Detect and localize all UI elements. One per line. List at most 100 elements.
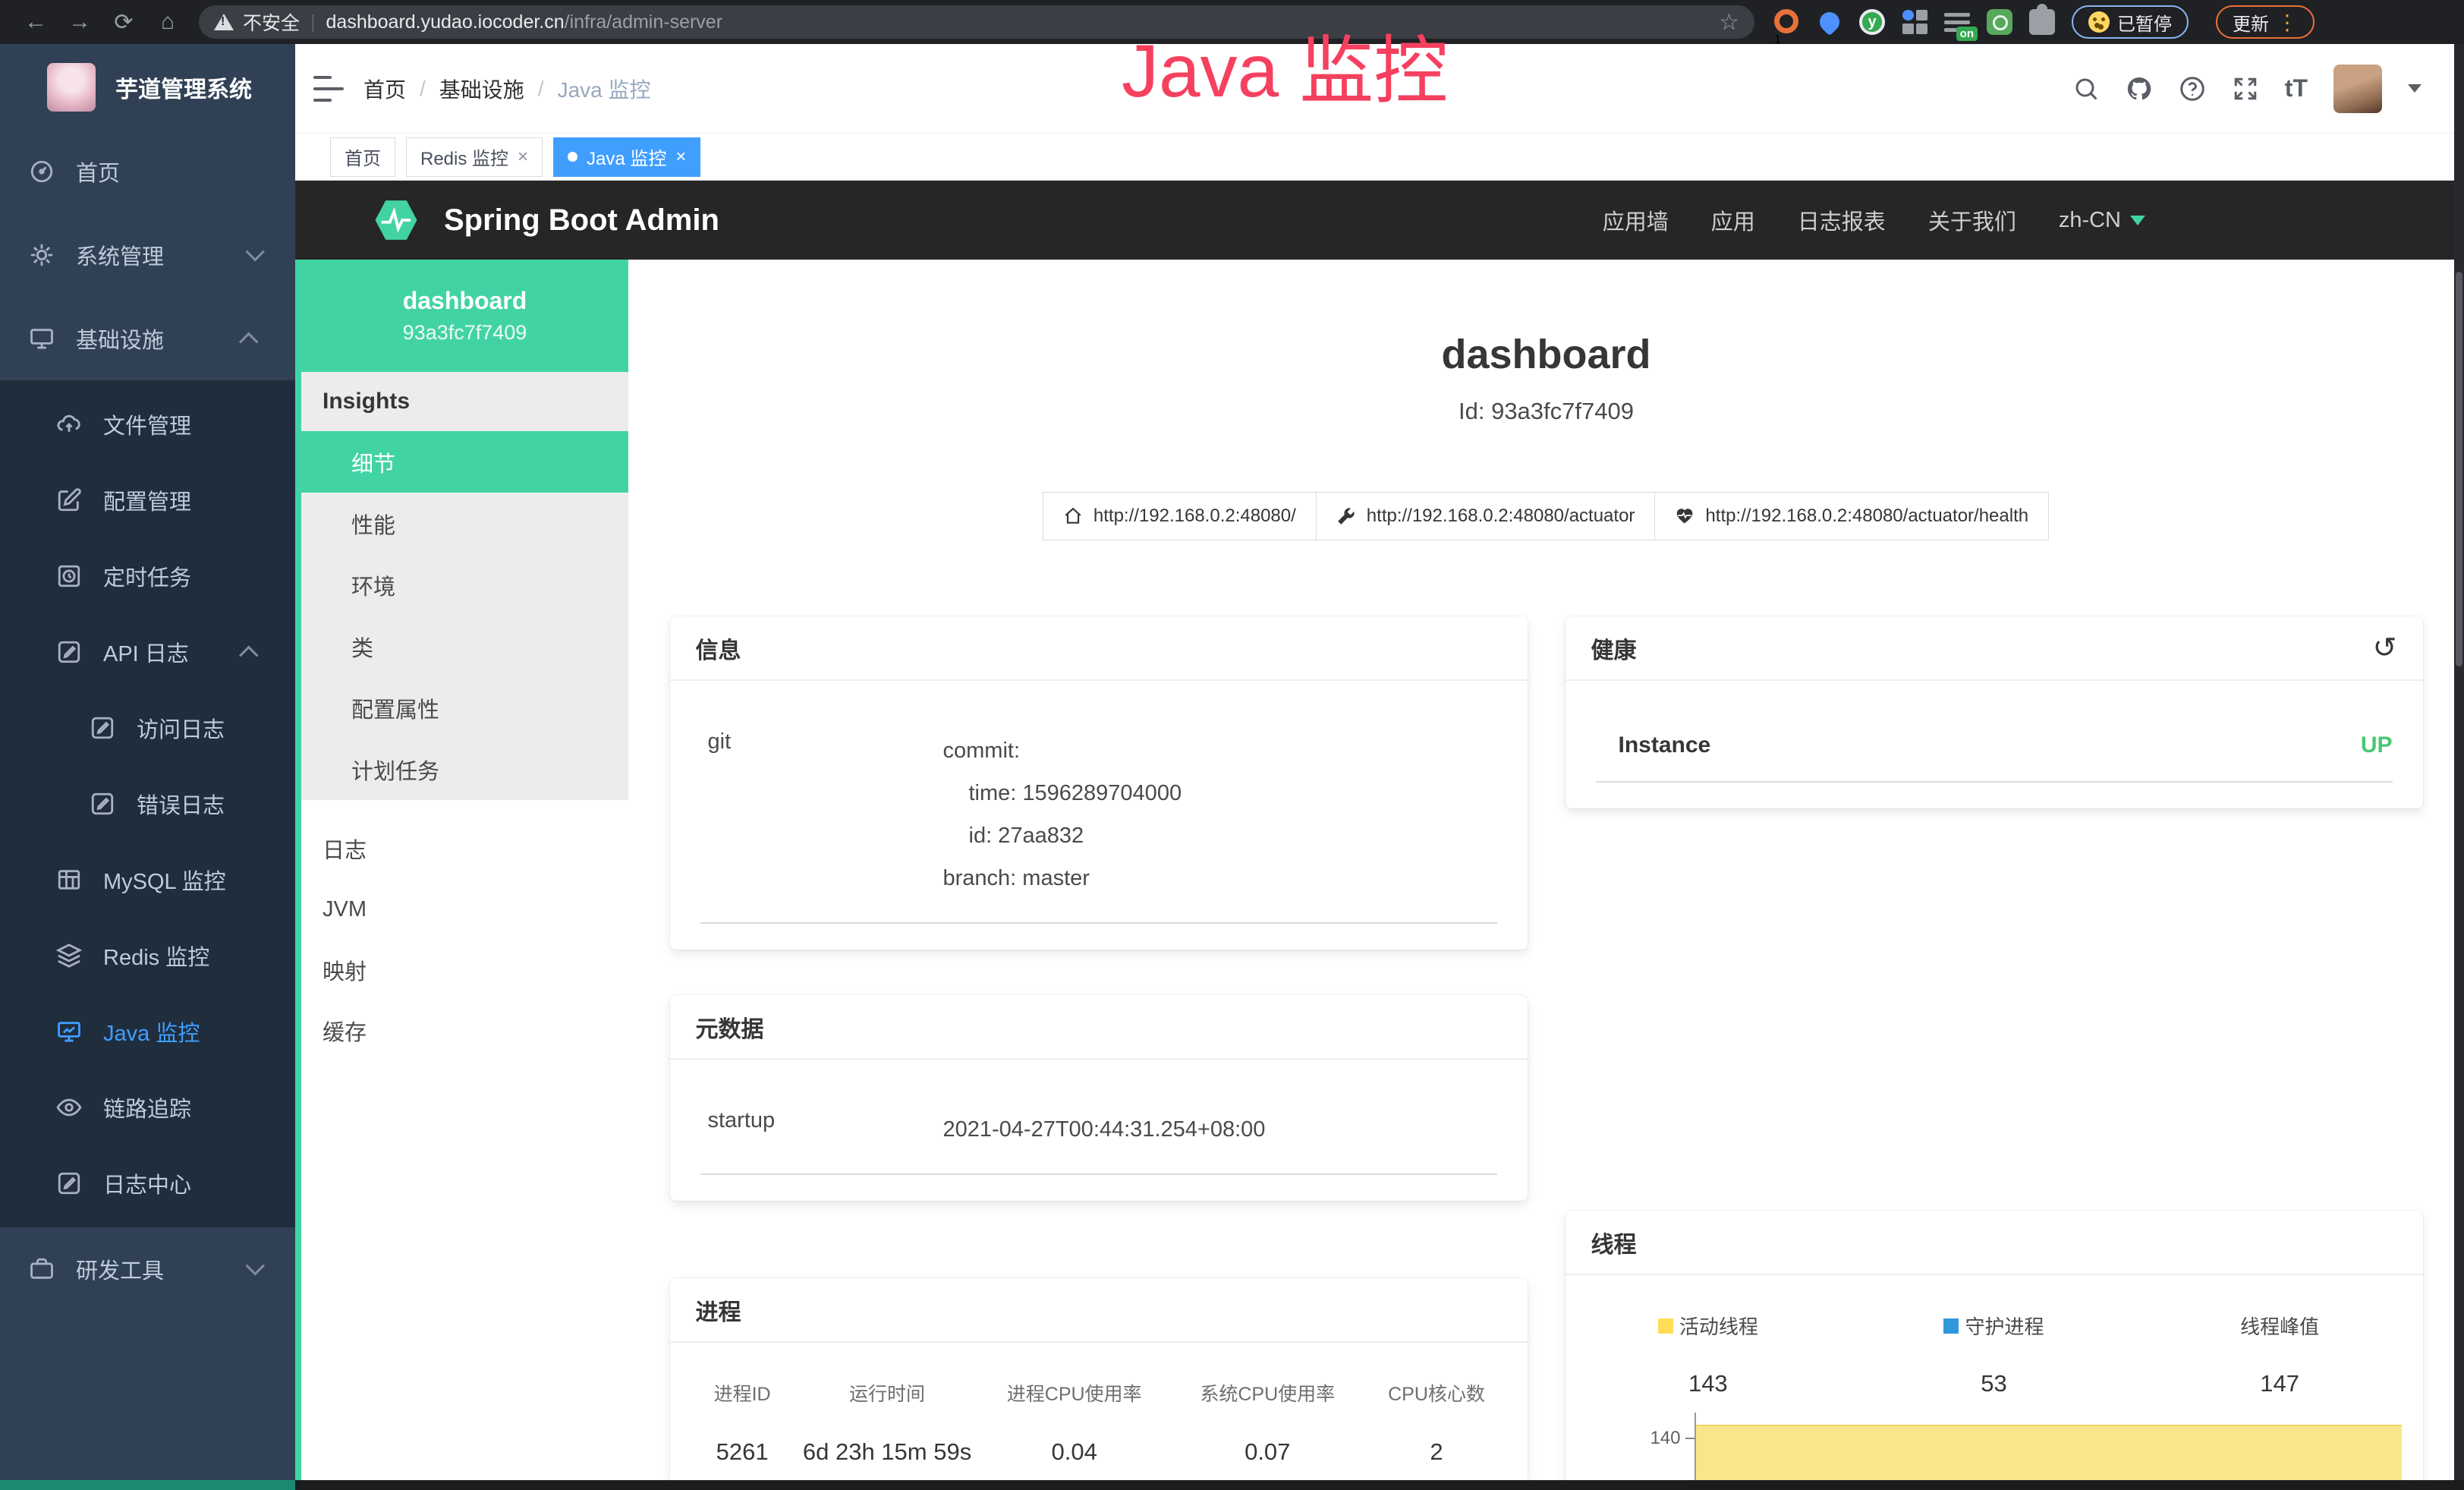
sidebar-item-system[interactable]: 系统管理	[0, 213, 295, 297]
breadcrumb-infra[interactable]: 基础设施	[439, 74, 524, 104]
close-icon[interactable]: ×	[675, 146, 686, 168]
sidebar-item-error-log[interactable]: 错误日志	[0, 766, 295, 842]
close-icon[interactable]: ×	[518, 146, 528, 168]
health-instance-row[interactable]: Instance UP	[1566, 681, 2423, 758]
instance-header[interactable]: dashboard 93a3fc7f7409	[295, 260, 628, 372]
security-label: 不安全	[243, 8, 300, 36]
update-label: 更新	[2233, 9, 2269, 36]
user-avatar[interactable]	[2333, 65, 2382, 113]
heart-pulse-icon	[1675, 506, 1695, 526]
sidebar-item-dev-tools[interactable]: 研发工具	[0, 1227, 295, 1311]
cloud-upload-icon	[56, 411, 82, 437]
forward-icon[interactable]: →	[58, 9, 102, 35]
health-card: 健康 ↺ Instance UP	[1566, 616, 2423, 808]
reload-icon[interactable]: ⟳	[102, 9, 146, 36]
sidebar-label: 定时任务	[103, 560, 191, 592]
sidebar-item-home[interactable]: 首页	[0, 130, 295, 213]
legend-peak: 线程峰值	[2137, 1312, 2423, 1340]
address-bar[interactable]: 不安全 | dashboard.yudao.iocoder.cn /infra/…	[199, 5, 1754, 39]
help-icon[interactable]	[2179, 75, 2206, 102]
extension-icon-list[interactable]: on	[1944, 9, 1970, 35]
breadcrumb-current: Java 监控	[558, 74, 651, 104]
status-badge: UP	[2361, 732, 2393, 758]
sidebar-item-job[interactable]: 定时任务	[0, 538, 295, 614]
sidebar-item-log-center[interactable]: 日志中心	[0, 1145, 295, 1221]
user-menu-caret-icon[interactable]	[2408, 84, 2422, 93]
sba-item-scheduled-tasks[interactable]: 计划任务	[301, 739, 628, 800]
tab-home[interactable]: 首页	[330, 137, 395, 177]
sidebar-item-redis[interactable]: Redis 监控	[0, 918, 295, 994]
sidebar-item-config[interactable]: 配置管理	[0, 462, 295, 538]
search-icon[interactable]	[2072, 75, 2100, 102]
tab-redis[interactable]: Redis 监控×	[406, 137, 543, 177]
history-icon[interactable]: ↺	[2373, 634, 2397, 663]
sidebar-item-access-log[interactable]: 访问日志	[0, 690, 295, 766]
sidebar-item-mysql[interactable]: MySQL 监控	[0, 842, 295, 918]
sidebar-item-infra[interactable]: 基础设施	[0, 297, 295, 380]
sba-item-metrics[interactable]: 性能	[301, 493, 628, 554]
sba-item-details[interactable]: 细节	[301, 431, 628, 493]
extension-icon-grid[interactable]	[1902, 9, 1927, 35]
sba-item-mappings[interactable]: 映射	[301, 940, 628, 1000]
infra-submenu: 文件管理 配置管理 定时任务 API 日志	[0, 380, 295, 1227]
sba-item-configprops[interactable]: 配置属性	[301, 677, 628, 739]
process-card: 进程 进程ID 运行时间 进程CPU使用率 系统CPU使用率 CPU核心数 52…	[670, 1278, 1528, 1490]
legend-live: 活动线程	[1566, 1312, 1852, 1340]
sba-header: Spring Boot Admin 应用墙 应用 日志报表 关于我们 zh-CN	[295, 181, 2464, 260]
scrollbar-thumb[interactable]	[2456, 272, 2462, 666]
sidebar-item-file[interactable]: 文件管理	[0, 386, 295, 462]
health-url-button[interactable]: http://192.168.0.2:48080/actuator/health	[1654, 492, 2049, 540]
sba-nav-applications[interactable]: 应用	[1711, 204, 1755, 236]
hamburger-icon[interactable]	[313, 76, 344, 102]
back-icon[interactable]: ←	[14, 9, 58, 35]
edit-icon	[56, 487, 82, 513]
browser-menu-icon[interactable]: ⋮	[2277, 10, 2298, 35]
sba-item-jvm[interactable]: JVM	[301, 879, 628, 940]
security-warning-icon[interactable]	[214, 14, 234, 30]
home-icon[interactable]: ⌂	[146, 9, 190, 35]
card-title: 信息	[696, 632, 741, 665]
sba-item-caches[interactable]: 缓存	[301, 1000, 628, 1061]
sidebar-label: 系统管理	[76, 239, 164, 271]
legend-value: 147	[2137, 1370, 2423, 1397]
recording-paused-badge[interactable]: 已暂停	[2072, 5, 2189, 39]
log-edit-icon	[56, 1170, 82, 1196]
extensions-puzzle-icon[interactable]	[2029, 9, 2055, 35]
sba-nav-journal[interactable]: 日志报表	[1798, 204, 1886, 236]
sba-nav-wall[interactable]: 应用墙	[1603, 204, 1669, 236]
sba-item-logging[interactable]: 日志	[301, 818, 628, 879]
endpoint-url: http://192.168.0.2:48080/actuator/health	[1705, 506, 2028, 527]
sba-item-environment[interactable]: 环境	[301, 554, 628, 616]
chevron-up-icon	[239, 646, 258, 665]
page-scrollbar[interactable]	[2454, 44, 2464, 1490]
github-icon[interactable]	[2126, 75, 2153, 102]
breadcrumb-home[interactable]: 首页	[363, 74, 406, 104]
extension-icon-orange[interactable]: 1	[1774, 9, 1800, 35]
extension-icon-y[interactable]: y	[1859, 9, 1885, 35]
sba-item-classes[interactable]: 类	[301, 616, 628, 677]
actuator-url-button[interactable]: http://192.168.0.2:48080/actuator	[1316, 492, 1656, 540]
app-menu: 首页 系统管理 基础设施 文件管理	[0, 130, 295, 1311]
sidebar-item-trace[interactable]: 链路追踪	[0, 1069, 295, 1145]
bookmark-star-icon[interactable]: ☆	[1719, 9, 1739, 36]
legend-value: 53	[1851, 1370, 2137, 1397]
service-url-button[interactable]: http://192.168.0.2:48080/	[1043, 492, 1317, 540]
home-url-icon	[1063, 506, 1083, 526]
url-path: /infra/admin-server	[565, 11, 722, 33]
sba-nav-about[interactable]: 关于我们	[1928, 204, 2016, 236]
annotation-text: Java 监控	[1122, 11, 1448, 118]
extension-icon-drop[interactable]	[1817, 9, 1842, 35]
active-dot-icon	[568, 152, 577, 162]
on-badge: on	[1956, 27, 1978, 41]
chrome-update-button[interactable]: 更新 ⋮	[2216, 5, 2315, 39]
sba-brand[interactable]: Spring Boot Admin	[444, 203, 719, 238]
sidebar-item-java[interactable]: Java 监控	[0, 994, 295, 1069]
fullscreen-icon[interactable]	[2232, 75, 2259, 102]
sidebar-label: 访问日志	[137, 712, 225, 744]
app-logo-row[interactable]: 芋道管理系统	[0, 44, 295, 130]
language-selector[interactable]: zh-CN	[2059, 208, 2145, 233]
sidebar-item-api-log[interactable]: API 日志	[0, 614, 295, 690]
tab-java[interactable]: Java 监控×	[553, 137, 700, 177]
font-size-icon[interactable]: tT	[2285, 74, 2308, 102]
extension-icon-bug[interactable]	[1987, 9, 2012, 35]
